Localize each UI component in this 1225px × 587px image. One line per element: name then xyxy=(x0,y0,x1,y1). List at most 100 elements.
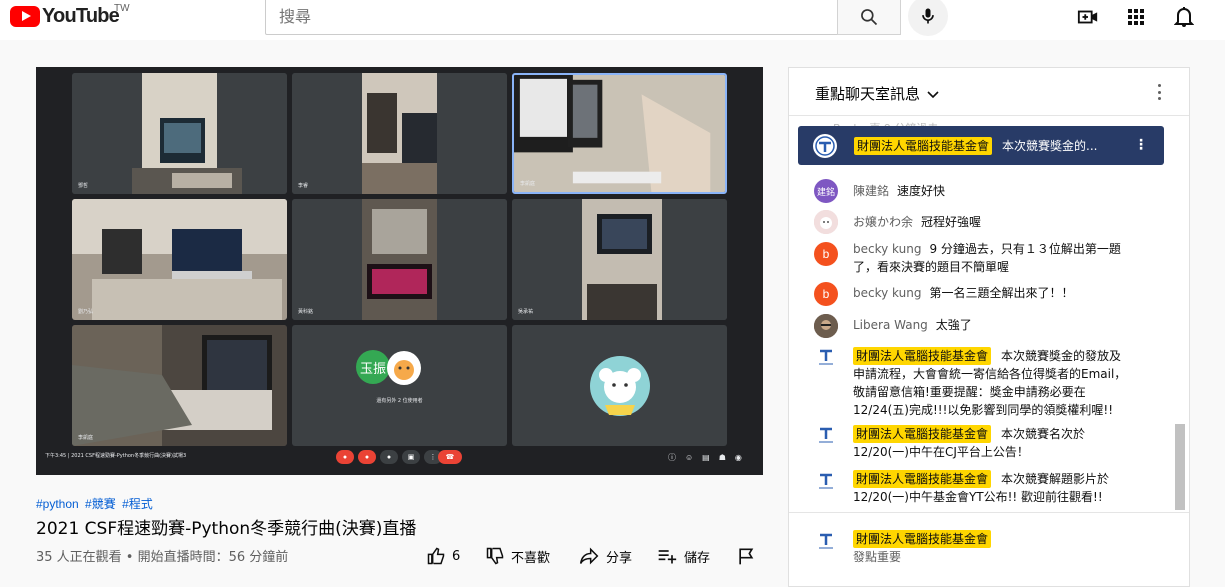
participant-name: 劉乃弘 xyxy=(78,309,94,315)
message-text: 本次競賽名次於 xyxy=(1001,427,1086,441)
user-avatar xyxy=(814,314,838,338)
owner-author-tag[interactable]: 財團法人電腦技能基金會 xyxy=(853,347,992,365)
pinned-message-banner[interactable]: 財團法人電腦技能基金會 本次競賽獎金的... ⋮ xyxy=(798,126,1164,165)
cat-avatar-icon xyxy=(387,351,421,385)
share-label: 分享 xyxy=(606,550,633,566)
message-text-continued: 敬請留意信箱!重要提醒：獎金申請務必要在 xyxy=(853,385,1086,399)
user-avatar xyxy=(814,210,838,234)
meet-tile: 黃科銘 xyxy=(292,199,507,320)
chat-message: 陳建銘 速度好快 xyxy=(853,182,945,200)
apps-button[interactable] xyxy=(1124,5,1148,29)
top-bar: YouTube TW xyxy=(0,0,1225,40)
owner-author-tag[interactable]: 財團法人電腦技能基金會 xyxy=(853,470,992,488)
message-text: 第一名三題全解出來了！！ xyxy=(929,286,1074,300)
participant-name: 李睿 xyxy=(298,183,309,189)
report-button[interactable] xyxy=(736,546,762,566)
webcam-scene xyxy=(292,199,507,320)
mic-icon xyxy=(922,8,934,24)
mic-off-icon: ● xyxy=(342,453,348,461)
participant-name: 李凱庭 xyxy=(520,181,536,187)
pinned-content: 財團法人電腦技能基金會 本次競賽獎金的... xyxy=(854,137,1097,155)
thumbs-up-icon xyxy=(427,547,445,565)
leave-call-button[interactable]: ☎ xyxy=(438,450,462,464)
message-text: 本次競賽獎金的發放及 xyxy=(1001,349,1122,363)
youtube-logo[interactable]: YouTube TW xyxy=(10,3,130,28)
mic-off-button[interactable]: ● xyxy=(336,450,354,464)
message-text-continued: 了，看來決賽的題目不簡單喔 xyxy=(853,260,1010,274)
like-count: 6 xyxy=(452,548,461,564)
foundation-logo-icon xyxy=(819,533,833,549)
apps-grid-icon xyxy=(1128,9,1144,25)
meet-tile-active: 李凱庭 xyxy=(512,73,727,194)
meet-tile: 吳承祐 xyxy=(512,199,727,320)
hashtag-link[interactable]: #python xyxy=(36,497,79,511)
message-text: 速度好快 xyxy=(897,184,946,198)
current-user-tag: 財團法人電腦技能基金會 xyxy=(853,530,992,548)
chat-scrollbar[interactable] xyxy=(1172,116,1188,516)
create-button[interactable] xyxy=(1076,5,1100,29)
channel-avatar xyxy=(814,528,838,552)
more-vert-icon: ⋮ xyxy=(429,454,437,461)
user-avatar: b xyxy=(814,282,838,306)
chat-scrollbar-thumb[interactable] xyxy=(1175,424,1185,510)
hashtag-link[interactable]: #程式 xyxy=(122,497,153,511)
owner-author-tag[interactable]: 財團法人電腦技能基金會 xyxy=(853,425,992,443)
anime-avatar-icon xyxy=(814,210,838,234)
foundation-logo-icon xyxy=(819,427,833,443)
youtube-play-icon xyxy=(10,6,40,27)
user-photo-icon xyxy=(814,314,838,338)
share-button[interactable]: 分享 xyxy=(578,546,632,566)
live-chat-panel: 重點聊天室訊息 Becky 壹 9 分鐘過去 財團法人電腦技能基金會本次競賽獎金… xyxy=(788,67,1190,587)
message-author[interactable]: becky kung xyxy=(853,242,921,256)
video-view-info: 35 人正在觀看 • 開始直播時間：56 分鐘前 xyxy=(36,550,289,565)
create-video-icon xyxy=(1077,10,1098,24)
pinned-more-icon[interactable]: ⋮ xyxy=(1134,136,1148,153)
camera-off-button[interactable]: ● xyxy=(358,450,376,464)
chat-header: 重點聊天室訊息 xyxy=(789,68,1189,116)
webcam-scene xyxy=(72,73,287,194)
dislike-button[interactable]: 不喜歡 xyxy=(485,546,550,566)
user-avatar: b xyxy=(814,242,838,266)
chat-more-button[interactable] xyxy=(1151,82,1167,102)
participant-name: 鄧哲 xyxy=(78,183,89,189)
present-button[interactable]: ▣ xyxy=(402,450,420,464)
message-text: 本次競賽解題影片於 xyxy=(1001,472,1110,486)
webcam-scene xyxy=(512,199,727,320)
meet-tile-group: 玉振 還有另外 2 位使用者 xyxy=(292,325,507,446)
message-author[interactable]: becky kung xyxy=(853,286,921,300)
save-button[interactable]: 儲存 xyxy=(656,546,710,566)
notifications-button[interactable] xyxy=(1172,5,1196,29)
hand-icon: ● xyxy=(386,453,392,461)
save-label: 儲存 xyxy=(684,550,711,566)
message-text-continued: 申請流程，大會會統一寄信給各位得獎者的Email， xyxy=(853,367,1127,381)
meet-tile: 李凱庭 xyxy=(72,325,287,446)
message-author[interactable]: お嬢かわ余 xyxy=(853,215,913,229)
search-input[interactable] xyxy=(266,0,837,34)
meet-tile: 李睿 xyxy=(292,73,507,194)
user-avatar: 建銘 xyxy=(814,179,838,203)
owner-author-tag[interactable]: 財團法人電腦技能基金會 xyxy=(854,137,993,155)
region-code: TW xyxy=(114,3,130,14)
participant-name: 黃科銘 xyxy=(298,309,314,315)
chat-input-hint[interactable]: 發點重要 xyxy=(853,550,901,564)
message-author[interactable]: Libera Wang xyxy=(853,318,928,332)
logo-text: YouTube xyxy=(42,5,120,27)
chat-input-area: 財團法人電腦技能基金會 發點重要 xyxy=(853,530,1001,566)
message-author[interactable]: 陳建銘 xyxy=(853,184,889,198)
meet-side-icons[interactable]: ⓘ☺▤☗◉ xyxy=(668,452,751,463)
search-box[interactable] xyxy=(265,0,838,35)
chat-mode-dropdown[interactable]: 重點聊天室訊息 xyxy=(815,83,940,104)
bear-avatar-icon xyxy=(590,356,650,416)
search-button[interactable] xyxy=(837,0,901,35)
chat-mode-label: 重點聊天室訊息 xyxy=(815,85,921,103)
message-text-continued: 12/24(五)完成!!!以免影響到同學的領獎權利喔!! xyxy=(853,403,1113,417)
channel-avatar xyxy=(814,422,838,446)
dislike-label: 不喜歡 xyxy=(511,550,551,566)
meet-tile: 鄧哲 xyxy=(72,73,287,194)
video-player[interactable]: 鄧哲 李睿 李凱庭 劉乃弘 黃科銘 吳承祐 李凱庭 玉振 還有另外 2 位使用者… xyxy=(36,67,763,475)
raise-hand-button[interactable]: ● xyxy=(380,450,398,464)
voice-search-button[interactable] xyxy=(908,0,948,36)
hashtag-link[interactable]: #競賽 xyxy=(85,497,116,511)
like-button[interactable]: 6 xyxy=(426,546,460,566)
share-icon xyxy=(579,547,599,565)
